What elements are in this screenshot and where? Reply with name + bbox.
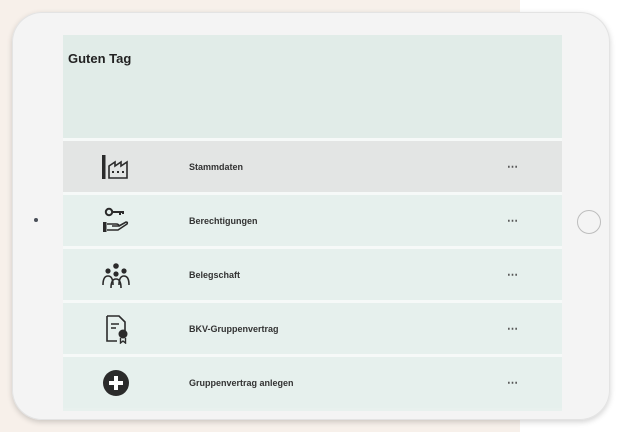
menu-item-label: Berechtigungen	[189, 215, 258, 226]
menu-item-label: BKV-Gruppenvertrag	[189, 323, 279, 334]
add-circle-icon	[100, 368, 132, 398]
menu-item-label: Stammdaten	[189, 161, 244, 172]
menu-item-stammdaten[interactable]: Stammdaten ⋯	[63, 138, 562, 192]
menu-item-belegschaft[interactable]: Belegschaft ⋯	[63, 246, 562, 300]
more-options-icon[interactable]: ⋯	[507, 214, 519, 227]
more-options-icon[interactable]: ⋯	[507, 160, 519, 173]
more-options-icon[interactable]: ⋯	[507, 322, 519, 335]
more-options-icon[interactable]: ⋯	[507, 376, 519, 389]
factory-icon	[100, 152, 132, 182]
menu-item-gruppenvertrag-anlegen[interactable]: Gruppenvertrag anlegen ⋯	[63, 354, 562, 408]
more-options-icon[interactable]: ⋯	[507, 268, 519, 281]
menu-item-label: Gruppenvertrag anlegen	[189, 377, 294, 388]
menu-item-label: Belegschaft	[189, 269, 241, 280]
greeting-title: Guten Tag	[68, 51, 132, 66]
header: Guten Tag	[63, 35, 562, 138]
menu-item-berechtigungen[interactable]: Berechtigungen ⋯	[63, 192, 562, 246]
camera-dot	[34, 218, 38, 222]
contract-icon	[100, 314, 132, 344]
app-screen: Guten Tag Stammdaten ⋯ Berechtigungen ⋯ …	[63, 35, 562, 411]
menu-item-bkv-gruppenvertrag[interactable]: BKV-Gruppenvertrag ⋯	[63, 300, 562, 354]
home-button[interactable]	[577, 210, 601, 234]
tablet-frame: Guten Tag Stammdaten ⋯ Berechtigungen ⋯ …	[12, 12, 610, 420]
key-hand-icon	[100, 206, 132, 236]
main-menu: Stammdaten ⋯ Berechtigungen ⋯ Belegschaf…	[63, 138, 562, 408]
team-icon	[100, 260, 132, 290]
